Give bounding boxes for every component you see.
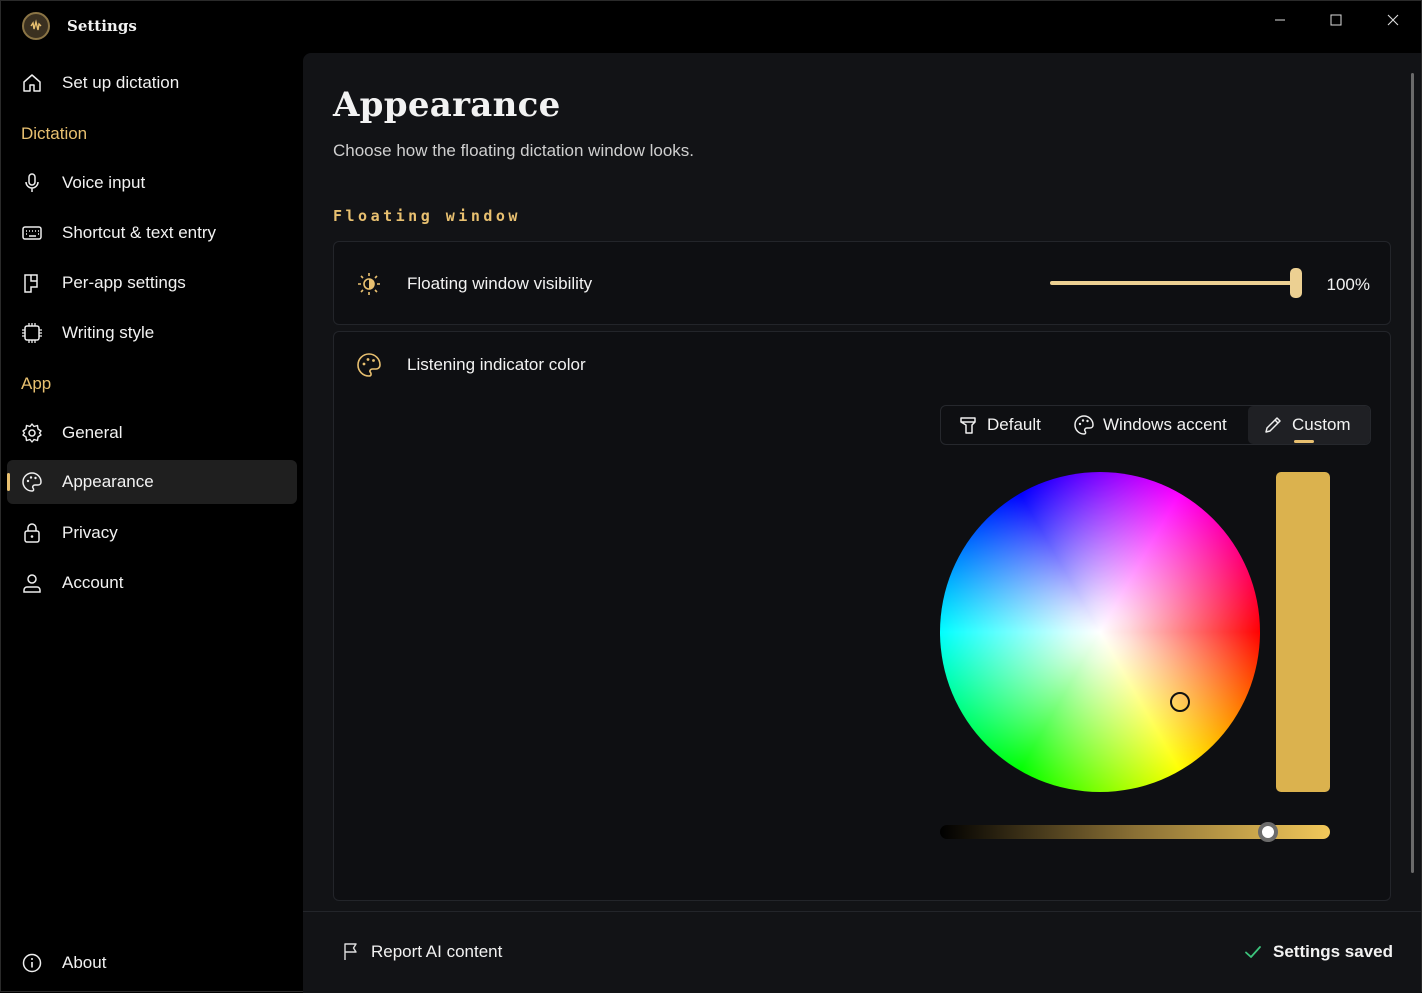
palette-icon bbox=[357, 353, 381, 377]
settings-saved-status: Settings saved bbox=[1243, 942, 1393, 962]
color-option-label: Custom bbox=[1292, 415, 1351, 434]
window-title: Settings bbox=[67, 17, 137, 35]
lock-icon bbox=[24, 523, 40, 543]
color-option-default[interactable]: Default bbox=[957, 406, 1041, 444]
indicator-color-card: Listening indicator color Default Window… bbox=[333, 331, 1391, 901]
close-button[interactable] bbox=[1370, 7, 1416, 33]
sidebar-item-shortcut[interactable]: Shortcut & text entry bbox=[7, 211, 297, 255]
maximize-button[interactable] bbox=[1313, 7, 1359, 33]
visibility-slider-thumb[interactable] bbox=[1290, 268, 1302, 298]
sidebar-item-about[interactable]: About bbox=[7, 941, 297, 985]
sidebar-item-label: Voice input bbox=[62, 173, 146, 192]
settings-saved-label: Settings saved bbox=[1273, 942, 1393, 961]
check-icon bbox=[1245, 946, 1261, 958]
content-scrollbar[interactable] bbox=[1411, 73, 1414, 873]
apps-icon bbox=[24, 274, 38, 293]
color-preview bbox=[1276, 472, 1330, 792]
sidebar-item-writing-style[interactable]: Writing style bbox=[7, 311, 297, 355]
brightness-icon bbox=[358, 273, 380, 295]
sidebar-item-label: About bbox=[62, 953, 107, 972]
sidebar-item-label: Account bbox=[62, 573, 124, 592]
sidebar-item-privacy[interactable]: Privacy bbox=[7, 511, 297, 555]
color-brightness-thumb[interactable] bbox=[1257, 822, 1278, 842]
indicator-color-label: Listening indicator color bbox=[407, 355, 586, 374]
microphone-icon bbox=[25, 173, 39, 192]
section-header: Floating window bbox=[333, 207, 521, 225]
visibility-slider-track[interactable] bbox=[1050, 281, 1296, 285]
gear-icon bbox=[22, 423, 42, 443]
page-subtitle: Choose how the floating dictation window… bbox=[333, 141, 694, 160]
info-icon bbox=[22, 953, 42, 973]
color-option-label: Default bbox=[987, 415, 1041, 434]
report-ai-content-button[interactable]: Report AI content bbox=[341, 942, 502, 962]
maximize-icon bbox=[1330, 14, 1342, 26]
visibility-setting-card: Floating window visibility 100% bbox=[333, 241, 1391, 325]
sidebar-item-label: Per-app settings bbox=[62, 273, 186, 292]
sidebar-item-per-app-settings[interactable]: Per-app settings bbox=[7, 261, 297, 305]
report-ai-content-label: Report AI content bbox=[371, 942, 503, 961]
selected-underline bbox=[1294, 440, 1314, 443]
close-icon bbox=[1387, 14, 1399, 26]
sidebar-item-voice-input[interactable]: Voice input bbox=[7, 161, 297, 205]
sidebar-item-label: Appearance bbox=[62, 472, 154, 491]
color-wheel[interactable] bbox=[940, 472, 1260, 792]
minimize-button[interactable] bbox=[1257, 7, 1303, 33]
page-title: Appearance bbox=[333, 85, 561, 125]
chip-icon bbox=[22, 323, 42, 343]
sidebar-item-label: Privacy bbox=[62, 523, 118, 542]
color-option-custom[interactable]: Custom bbox=[1248, 406, 1370, 444]
minimize-icon bbox=[1275, 19, 1285, 21]
color-mode-selector: Default Windows accent Custom bbox=[940, 405, 1371, 445]
brush-icon bbox=[960, 417, 976, 434]
selection-indicator bbox=[7, 473, 10, 491]
color-option-windows-accent[interactable]: Windows accent bbox=[1073, 406, 1227, 444]
sidebar-section-app: App bbox=[21, 374, 52, 393]
title-bar: Settings bbox=[1, 1, 1422, 51]
sidebar-item-appearance[interactable]: Appearance bbox=[7, 460, 297, 504]
home-icon bbox=[23, 74, 41, 92]
flag-icon bbox=[344, 943, 357, 960]
footer-bar: Report AI content Settings saved bbox=[303, 911, 1421, 993]
sidebar-section-dictation: Dictation bbox=[21, 124, 88, 143]
sidebar-item-set-up-dictation[interactable]: Set up dictation bbox=[7, 61, 297, 105]
app-logo-icon bbox=[22, 12, 50, 40]
pencil-icon bbox=[1265, 417, 1281, 433]
sidebar: Set up dictation Dictation Voice input S… bbox=[1, 51, 303, 993]
sidebar-item-label: Writing style bbox=[62, 323, 155, 342]
content-pane: Appearance Choose how the floating dicta… bbox=[303, 53, 1421, 911]
color-option-label: Windows accent bbox=[1103, 415, 1227, 434]
sidebar-item-general[interactable]: General bbox=[7, 411, 297, 455]
sidebar-item-label: Shortcut & text entry bbox=[62, 223, 217, 242]
sidebar-item-label: General bbox=[62, 423, 123, 442]
visibility-value: 100% bbox=[1326, 275, 1370, 294]
visibility-label: Floating window visibility bbox=[407, 274, 593, 293]
settings-window: Settings Set up dictation Dictation Voic… bbox=[0, 0, 1422, 993]
palette-icon bbox=[1074, 415, 1094, 435]
color-wheel-picker[interactable] bbox=[1170, 692, 1190, 712]
sidebar-item-account[interactable]: Account bbox=[7, 561, 297, 605]
sidebar-item-label: Set up dictation bbox=[62, 73, 180, 92]
person-icon bbox=[23, 574, 41, 593]
palette-icon bbox=[22, 472, 42, 492]
keyboard-icon bbox=[22, 226, 42, 240]
